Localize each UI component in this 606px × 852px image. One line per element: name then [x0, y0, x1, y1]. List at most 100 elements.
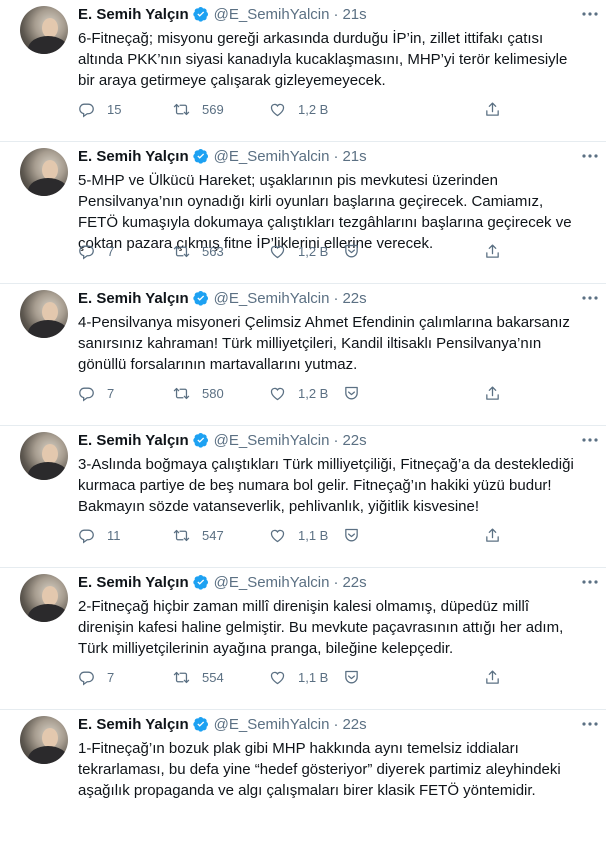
reply-count: 7 [107, 385, 115, 401]
tweet-header: E. Semih Yalçın @E_SemihYalcin · 21s [78, 142, 592, 170]
retweet-button[interactable]: 580 [173, 382, 224, 404]
verified-badge-icon [192, 149, 208, 164]
react-icon [345, 528, 358, 541]
tweet-time[interactable]: 21s [342, 148, 366, 165]
reply-button[interactable]: 15 [78, 98, 121, 120]
tweet-time[interactable]: 22s [342, 432, 366, 449]
like-button[interactable]: 1,1 B [269, 524, 328, 546]
avatar[interactable] [20, 290, 68, 338]
like-count: 1,1 B [298, 669, 329, 685]
separator-dot: · [333, 573, 339, 591]
tweet-content: E. Semih Yalçın @E_SemihYalcin · 22s 2-F… [78, 568, 592, 659]
tweet[interactable]: E. Semih Yalçın @E_SemihYalcin · 22s 4-P… [0, 284, 606, 426]
share-icon [486, 101, 499, 116]
react-icon [345, 244, 358, 257]
author-handle[interactable]: @E_SemihYalcin [214, 6, 330, 23]
like-button[interactable]: 1,2 B [269, 98, 328, 120]
like-icon [270, 245, 285, 258]
author-name[interactable]: E. Semih Yalçın [78, 290, 189, 307]
tweet-header: E. Semih Yalçın @E_SemihYalcin · 22s [78, 284, 592, 312]
tweet-header: E. Semih Yalçın @E_SemihYalcin · 22s [78, 426, 592, 454]
react-button[interactable] [343, 666, 360, 688]
tweet-time[interactable]: 21s [342, 6, 366, 23]
more-icon[interactable] [582, 290, 598, 306]
retweet-button[interactable]: 547 [173, 524, 224, 546]
author-handle[interactable]: @E_SemihYalcin [214, 290, 330, 307]
react-icon [345, 386, 358, 399]
retweet-count: 563 [202, 243, 224, 259]
like-button[interactable]: 1,2 B [269, 382, 328, 404]
tweet[interactable]: E. Semih Yalçın @E_SemihYalcin · 21s 5-M… [0, 142, 606, 284]
like-icon [270, 671, 285, 684]
like-count: 1,2 B [298, 101, 329, 117]
like-icon [270, 529, 285, 542]
retweet-button[interactable]: 554 [173, 666, 224, 688]
share-button[interactable] [484, 666, 501, 688]
tweet[interactable]: E. Semih Yalçın @E_SemihYalcin · 22s 3-A… [0, 426, 606, 568]
tweet[interactable]: E. Semih Yalçın @E_SemihYalcin · 21s 6-F… [0, 0, 606, 142]
author-handle[interactable]: @E_SemihYalcin [214, 432, 330, 449]
more-icon[interactable] [582, 6, 598, 22]
separator-dot: · [333, 5, 339, 23]
author-handle[interactable]: @E_SemihYalcin [214, 148, 330, 165]
reply-button[interactable]: 11 [78, 524, 121, 546]
tweet-text: 2-Fitneçağ hiçbir zaman millî direnişin … [78, 598, 564, 657]
tweet-actions: 7 563 1,2 B [78, 240, 508, 262]
react-button[interactable] [343, 382, 360, 404]
avatar[interactable] [20, 432, 68, 480]
share-button[interactable] [484, 524, 501, 546]
more-icon[interactable] [582, 716, 598, 732]
like-count: 1,1 B [298, 527, 329, 543]
react-button[interactable] [343, 524, 360, 546]
author-name[interactable]: E. Semih Yalçın [78, 148, 189, 165]
avatar[interactable] [20, 148, 68, 196]
more-icon[interactable] [582, 432, 598, 448]
retweet-icon [173, 671, 190, 683]
share-icon [486, 527, 499, 542]
more-icon[interactable] [582, 574, 598, 590]
tweet-time[interactable]: 22s [342, 716, 366, 733]
author-name[interactable]: E. Semih Yalçın [78, 574, 189, 591]
avatar[interactable] [20, 574, 68, 622]
reply-count: 15 [107, 101, 122, 117]
separator-dot: · [333, 715, 339, 733]
tweet[interactable]: E. Semih Yalçın @E_SemihYalcin · 22s 2-F… [0, 568, 606, 710]
reply-button[interactable]: 7 [78, 666, 114, 688]
retweet-button[interactable]: 569 [173, 98, 224, 120]
share-button[interactable] [484, 98, 501, 120]
tweet[interactable]: E. Semih Yalçın @E_SemihYalcin · 22s 1-F… [0, 710, 606, 852]
tweet-actions: 11 547 1,1 B [78, 524, 508, 546]
verified-badge-icon [192, 7, 208, 22]
tweet-header: E. Semih Yalçın @E_SemihYalcin · 22s [78, 568, 592, 596]
tweet-time[interactable]: 22s [342, 290, 366, 307]
more-icon[interactable] [582, 148, 598, 164]
author-handle[interactable]: @E_SemihYalcin [214, 574, 330, 591]
verified-badge-icon [192, 717, 208, 732]
retweet-icon [173, 387, 190, 399]
share-button[interactable] [484, 240, 501, 262]
reply-count: 7 [107, 669, 115, 685]
author-name[interactable]: E. Semih Yalçın [78, 716, 189, 733]
tweet-feed: E. Semih Yalçın @E_SemihYalcin · 21s 6-F… [0, 0, 606, 852]
like-button[interactable]: 1,1 B [269, 666, 328, 688]
tweet-actions: 15 569 1,2 B [78, 98, 508, 120]
retweet-count: 569 [202, 101, 224, 117]
tweet-actions: 7 580 1,2 B [78, 382, 508, 404]
tweet-header: E. Semih Yalçın @E_SemihYalcin · 22s [78, 710, 592, 738]
reply-icon [79, 245, 94, 259]
avatar[interactable] [20, 6, 68, 54]
retweet-button[interactable]: 563 [173, 240, 224, 262]
avatar[interactable] [20, 716, 68, 764]
retweet-count: 547 [202, 527, 224, 543]
tweet-text: 3-Aslında boğmaya çalıştıkları Türk mill… [78, 456, 574, 515]
share-button[interactable] [484, 382, 501, 404]
author-handle[interactable]: @E_SemihYalcin [214, 716, 330, 733]
reply-icon [79, 103, 94, 117]
reply-button[interactable]: 7 [78, 382, 114, 404]
author-name[interactable]: E. Semih Yalçın [78, 6, 189, 23]
tweet-time[interactable]: 22s [342, 574, 366, 591]
author-name[interactable]: E. Semih Yalçın [78, 432, 189, 449]
react-button[interactable] [343, 240, 360, 262]
like-button[interactable]: 1,2 B [269, 240, 328, 262]
reply-button[interactable]: 7 [78, 240, 114, 262]
